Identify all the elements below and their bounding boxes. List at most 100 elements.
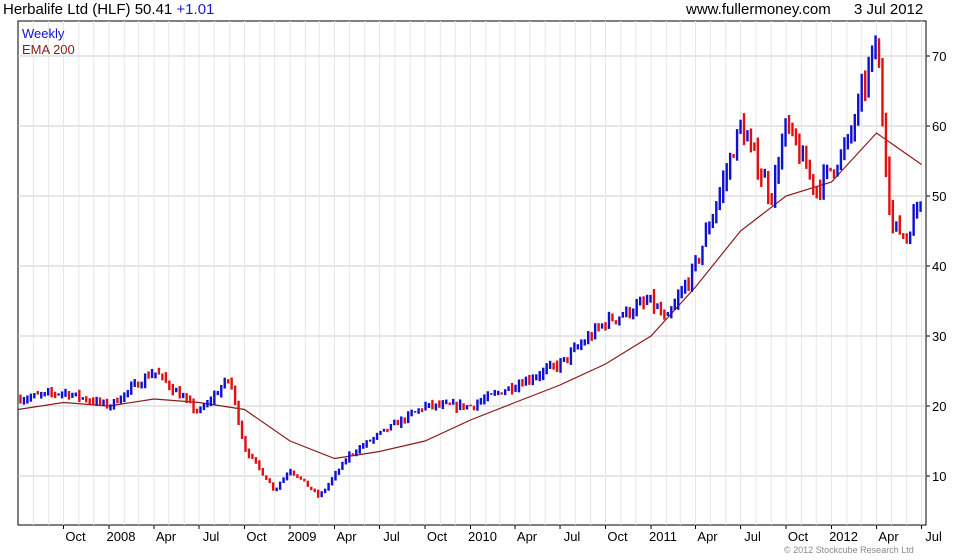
up-bar: [102, 399, 105, 407]
x-tick-label: Jul: [925, 529, 942, 544]
up-bar: [361, 443, 365, 449]
x-tick-label: Apr: [697, 529, 718, 544]
price-chart: 10 20 30 40 50 60 70 Oct 2008 Apr Jul Oct 2009 Apr Ju…: [17, 20, 946, 544]
x-tick-label: 2011: [649, 529, 677, 544]
up-bar: [517, 379, 521, 393]
legend-ema: EMA 200: [22, 42, 75, 57]
down-bar: [628, 307, 631, 319]
down-bar: [299, 476, 303, 480]
down-bar: [116, 397, 119, 404]
up-bar: [690, 263, 694, 292]
down-bar: [794, 128, 798, 146]
up-bar: [850, 125, 853, 144]
up-bar: [126, 390, 129, 398]
up-bar: [680, 285, 683, 299]
x-axis: Oct 2008 Apr Jul Oct 2009 Apr Jul Oct 2010 Apr Jul O…: [62, 525, 942, 544]
up-bar: [632, 308, 635, 320]
down-bar: [469, 404, 472, 407]
up-bar: [43, 392, 46, 397]
up-bar: [514, 384, 517, 392]
up-bar: [175, 387, 178, 393]
up-bar: [580, 339, 583, 351]
down-bar: [403, 417, 406, 424]
up-bar: [22, 396, 26, 405]
up-bar: [320, 491, 323, 498]
down-bar: [431, 399, 434, 410]
up-bar: [140, 381, 143, 389]
down-bar: [310, 486, 313, 491]
down-bar: [178, 385, 181, 399]
down-bar: [265, 475, 268, 480]
down-bar: [88, 398, 91, 404]
up-bar: [507, 386, 510, 392]
up-bar: [836, 164, 839, 177]
up-bar: [413, 411, 417, 413]
down-bar: [244, 436, 247, 452]
down-bar: [105, 398, 109, 409]
down-bar: [687, 277, 690, 291]
down-bar: [237, 400, 240, 426]
down-bar: [663, 309, 666, 320]
down-bar: [296, 474, 299, 479]
up-bar: [368, 439, 372, 442]
up-bar: [407, 411, 410, 424]
up-bar: [323, 488, 327, 494]
up-bar: [673, 298, 676, 311]
up-bar: [621, 311, 625, 318]
down-bar: [863, 70, 867, 102]
up-bar: [400, 416, 403, 428]
up-bar: [670, 306, 673, 319]
down-bar: [247, 448, 251, 459]
up-bar: [26, 395, 29, 404]
down-bar: [753, 142, 756, 151]
down-bar: [396, 419, 400, 426]
up-bar: [784, 118, 787, 147]
x-tick-label: 2008: [107, 529, 136, 544]
up-bar: [493, 389, 496, 396]
up-bar: [542, 367, 545, 381]
up-bar: [559, 358, 562, 373]
up-bar: [330, 477, 334, 486]
x-tick-label: 2012: [829, 529, 858, 544]
down-bar: [171, 383, 174, 396]
up-bar: [143, 373, 147, 389]
x-tick-label: Apr: [336, 529, 357, 544]
up-bar: [123, 392, 126, 403]
up-bar: [202, 403, 206, 411]
down-bar: [818, 179, 822, 201]
up-bar: [503, 389, 507, 396]
x-tick-label: Oct: [427, 529, 448, 544]
up-bar: [846, 134, 850, 150]
legend-weekly: Weekly: [22, 26, 65, 41]
down-bar: [67, 390, 71, 400]
down-bar: [448, 402, 451, 405]
down-bar: [555, 360, 559, 372]
down-bar: [386, 428, 389, 433]
y-tick-label: 20: [932, 399, 946, 414]
up-bar: [843, 137, 846, 161]
up-bar: [33, 393, 36, 399]
down-bar: [19, 394, 22, 404]
up-bar: [857, 93, 860, 126]
up-bar: [874, 35, 877, 60]
copyright-note: © 2012 Stockcube Research Ltd: [784, 545, 914, 555]
up-bar: [337, 468, 341, 475]
up-bar: [150, 368, 154, 379]
y-tick-label: 50: [932, 189, 946, 204]
up-bar: [535, 374, 538, 381]
down-bar: [50, 386, 53, 398]
up-bar: [524, 376, 528, 386]
down-bar: [528, 374, 531, 385]
up-bar: [728, 152, 732, 180]
up-bar: [638, 296, 642, 306]
down-bar: [767, 170, 770, 205]
x-tick-label: 2009: [288, 529, 317, 544]
down-bar: [192, 398, 195, 414]
up-bar: [839, 149, 843, 171]
y-tick-label: 40: [932, 259, 946, 274]
up-bar: [490, 393, 493, 395]
up-bar: [213, 390, 216, 405]
down-bar: [614, 320, 618, 325]
down-bar: [787, 114, 791, 134]
down-bar: [313, 488, 316, 493]
